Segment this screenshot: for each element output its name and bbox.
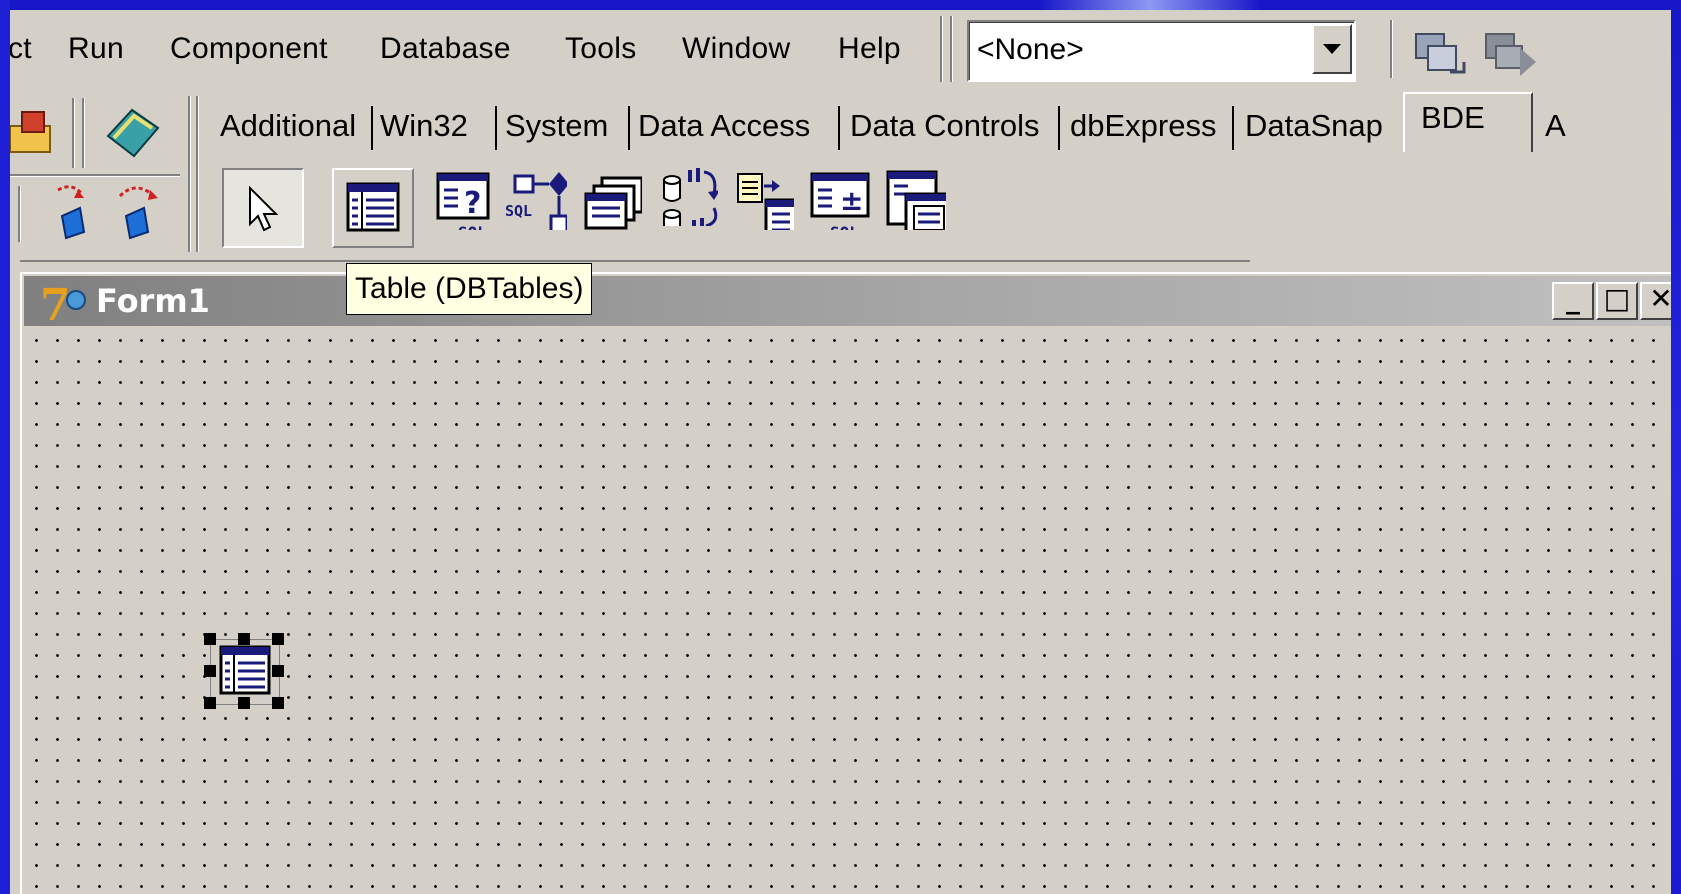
minimize-button[interactable]: _ [1552,282,1594,320]
table-component-button[interactable] [332,168,414,248]
tab-separator [838,106,840,150]
form-design-grid[interactable] [24,328,1671,894]
svg-text:?: ? [464,186,481,221]
palette-grip[interactable] [188,96,190,252]
selection-handle[interactable] [238,633,250,645]
toolbar-separator [72,98,74,168]
selection-handle[interactable] [272,633,284,645]
menu-separator [940,16,942,82]
open-project-icon[interactable] [10,104,60,164]
delphi-7-logo-icon: 7 [36,278,92,331]
chevron-down-icon[interactable] [1312,24,1352,74]
menu-help[interactable]: Help [838,32,901,66]
tab-dbexpress[interactable]: dbExpress [1070,96,1216,156]
tab-separator [371,106,373,150]
tab-more[interactable]: A [1545,96,1566,156]
tab-datasnap[interactable]: DataSnap [1245,96,1383,156]
close-button[interactable]: ✕ [1640,282,1671,320]
table-icon [219,645,271,695]
tab-system[interactable]: System [505,96,608,156]
ide-window: ct Run Component Database Tools Window H… [10,10,1671,894]
tab-separator [1232,106,1234,150]
menu-bar: ct Run Component Database Tools Window H… [10,10,1671,91]
stored-proc-icon[interactable]: SQL [505,168,567,230]
menu-separator [1390,20,1392,78]
svg-text:SQL: SQL [458,223,487,230]
svg-text:SQL: SQL [830,223,859,230]
menu-window[interactable]: Window [682,32,791,66]
menu-component[interactable]: Component [170,32,328,66]
tab-bde-active[interactable]: BDE [1403,92,1533,152]
arrow-pointer-icon [249,185,279,232]
table-icon [346,182,400,232]
combo-value: <None> [977,33,1084,66]
pointer-button[interactable] [222,168,304,248]
database-icon[interactable] [580,174,642,236]
tab-separator [1058,106,1060,150]
selection-handle[interactable] [204,697,216,709]
tab-data-controls[interactable]: Data Controls [850,96,1040,156]
toolbar-separator [82,98,84,168]
svg-text:±: ± [840,184,863,217]
tab-additional[interactable]: Additional [220,96,356,156]
selection-handle[interactable] [204,633,216,645]
maximize-button[interactable]: □ [1596,282,1638,320]
tab-separator [495,106,497,150]
svg-text:7: 7 [40,280,71,324]
component-palette: ? SQL SQL [212,162,1662,252]
selection-handle[interactable] [204,665,216,677]
palette-grip[interactable] [196,96,198,252]
desktop-combo[interactable]: <None> [967,20,1356,82]
menu-project[interactable]: ct [10,32,32,66]
query-sql-icon[interactable]: ? SQL [434,168,496,230]
save-desktop-icon[interactable] [1410,28,1470,80]
table-component-on-form[interactable] [204,633,284,709]
trace-into-icon[interactable] [54,182,94,248]
batch-move-icon[interactable] [732,168,794,230]
form-title: Form1 [96,282,210,320]
selection-handle[interactable] [272,697,284,709]
tab-separator [628,106,630,150]
step-over-icon[interactable] [114,182,164,248]
nested-table-icon[interactable] [884,168,946,230]
form-title-bar[interactable]: 7 Form1 _ □ ✕ [24,276,1671,331]
set-debug-desktop-icon[interactable] [1480,28,1540,84]
menu-tools[interactable]: Tools [565,32,637,66]
svg-text:SQL: SQL [505,202,532,220]
help-contents-icon[interactable] [102,102,164,162]
slide-left-edge [0,0,10,894]
toolbar-separator [18,186,20,242]
menu-run[interactable]: Run [68,32,124,66]
toolbar-row-divider [10,174,180,176]
tab-data-access[interactable]: Data Access [638,96,810,156]
menu-database[interactable]: Database [380,32,511,66]
tab-bde-label: BDE [1421,100,1485,135]
session-icon[interactable] [656,164,718,226]
selection-handle[interactable] [238,697,250,709]
tab-win32[interactable]: Win32 [380,96,468,156]
form-designer-window[interactable]: 7 Form1 _ □ ✕ [20,272,1671,894]
component-tooltip: Table (DBTables) [346,263,593,315]
update-sql-icon[interactable]: ± SQL [808,168,870,230]
menu-separator [950,16,952,82]
selection-handle[interactable] [272,665,284,677]
